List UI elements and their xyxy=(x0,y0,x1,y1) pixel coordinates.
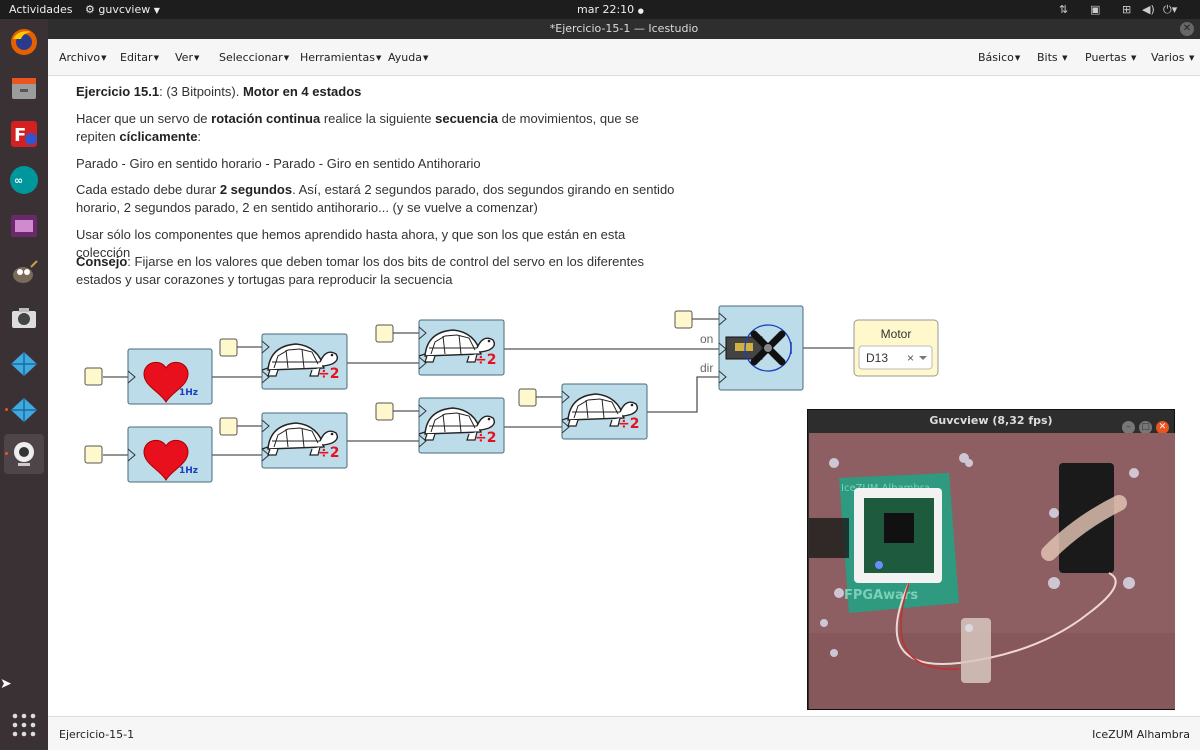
gimp-icon xyxy=(13,260,38,283)
dock-camera[interactable] xyxy=(4,298,44,338)
clock[interactable]: mar 22:10 ● xyxy=(577,3,644,16)
dock-fritzing[interactable]: F xyxy=(4,114,44,154)
output-block-motor[interactable]: Motor D13 × xyxy=(853,319,939,377)
dock-files[interactable] xyxy=(4,68,44,108)
divider-label: ÷2 xyxy=(618,416,639,432)
guvcview-window[interactable]: Guvcview (8,32 fps) –□✕ IceZUM Alhambra … xyxy=(807,409,1175,710)
svg-text:∞: ∞ xyxy=(14,174,23,187)
heart-freq-label: 1Hz xyxy=(179,388,198,398)
turtle-block-4[interactable]: ÷2 xyxy=(418,397,505,454)
constant-input[interactable] xyxy=(84,367,103,386)
turtle-block-5[interactable]: ÷2 xyxy=(561,383,648,440)
clear-icon[interactable]: × xyxy=(907,351,914,365)
pin-select-value: D13 xyxy=(866,351,888,365)
webcam-icon xyxy=(14,442,34,466)
servo-input-on: on xyxy=(700,332,713,346)
dock: F ∞ xyxy=(0,19,48,750)
heart-block-2[interactable]: 1Hz xyxy=(127,426,213,483)
icestudio-icon xyxy=(11,352,37,376)
constant-input[interactable] xyxy=(84,445,103,464)
project-name: Ejercicio-15-1 xyxy=(59,728,135,741)
film-icon xyxy=(11,215,37,237)
network-icon[interactable]: ⊞ xyxy=(1122,3,1131,16)
show-applications[interactable] xyxy=(4,705,44,745)
constant-input[interactable] xyxy=(219,338,238,357)
app-menu-icon: ⚙ xyxy=(85,3,95,16)
statusbar: Ejercicio-15-1 IceZUM Alhambra xyxy=(48,716,1200,750)
menu-archivo[interactable]: Archivo▼ xyxy=(59,51,107,64)
window-titlebar: *Ejercicio-15-1 — Icestudio ✕ xyxy=(48,19,1200,39)
output-title: Motor xyxy=(881,327,912,341)
running-indicator xyxy=(5,452,8,455)
menu-seleccionar[interactable]: Seleccionar▼ xyxy=(219,51,289,64)
menu-editar[interactable]: Editar▼ xyxy=(120,51,159,64)
running-indicator xyxy=(5,408,8,411)
chevron-down-icon: ▼ xyxy=(153,6,160,15)
divider-label: ÷2 xyxy=(475,352,496,368)
mouse-cursor-icon: ➤ xyxy=(0,676,12,692)
app-menu-label: guvcview xyxy=(98,3,151,16)
app-menu[interactable]: ⚙ guvcview ▼ xyxy=(85,3,160,16)
constant-input[interactable] xyxy=(674,310,693,329)
constant-input[interactable] xyxy=(219,417,238,436)
menu-basico[interactable]: Básico▼ xyxy=(978,51,1020,64)
turtle-block-3[interactable]: ÷2 xyxy=(418,319,505,376)
dock-arduino[interactable]: ∞ xyxy=(4,160,44,200)
activities-button[interactable]: Actividades xyxy=(9,3,73,16)
divider-label: ÷2 xyxy=(318,445,339,461)
video-frame: IceZUM Alhambra FPGAwars xyxy=(809,433,1175,709)
turtle-block-2[interactable]: ÷2 xyxy=(261,412,348,469)
close-icon[interactable]: ✕ xyxy=(1180,22,1194,36)
dock-icestudio-2[interactable] xyxy=(4,390,44,430)
heart-block-1[interactable]: 1Hz xyxy=(127,348,213,405)
webcam-video-feed: IceZUM Alhambra FPGAwars xyxy=(809,433,1175,709)
dock-firefox[interactable] xyxy=(4,22,44,62)
system-top-bar: Actividades ⚙ guvcview ▼ mar 22:10 ● ⇅ ▣… xyxy=(0,0,1200,19)
menubar: Archivo▼ Editar▼ Ver▼ Seleccionar▼ Herra… xyxy=(48,39,1200,76)
constant-input[interactable] xyxy=(375,324,394,343)
menu-herramientas[interactable]: Herramientas▼ xyxy=(300,51,381,64)
dock-guvcview[interactable] xyxy=(4,434,44,474)
constant-input[interactable] xyxy=(375,402,394,421)
divider-label: ÷2 xyxy=(475,430,496,446)
board-name[interactable]: IceZUM Alhambra xyxy=(1092,728,1190,741)
menu-puertas[interactable]: Puertas ▼ xyxy=(1085,51,1136,64)
notification-dot-icon: ● xyxy=(637,7,644,15)
turtle-block-1[interactable]: ÷2 xyxy=(261,333,348,390)
heart-freq-label: 1Hz xyxy=(179,466,198,476)
dock-gimp[interactable] xyxy=(4,252,44,292)
firefox-icon xyxy=(11,29,37,55)
clock-label: mar 22:10 xyxy=(577,3,635,16)
power-icon[interactable]: ⏻▾ xyxy=(1163,3,1177,17)
window-title: *Ejercicio-15-1 — Icestudio xyxy=(549,22,699,35)
divider-label: ÷2 xyxy=(318,366,339,382)
arduino-icon: ∞ xyxy=(10,166,38,194)
icestudio-icon xyxy=(11,398,37,422)
menu-ayuda[interactable]: Ayuda▼ xyxy=(388,51,428,64)
accessibility-icon[interactable]: ⇅ xyxy=(1059,3,1068,16)
servo-input-dir: dir xyxy=(700,361,713,375)
dock-video[interactable] xyxy=(4,206,44,246)
dock-icestudio-1[interactable] xyxy=(4,344,44,384)
camera-icon xyxy=(12,308,36,328)
menu-varios[interactable]: Varios ▼ xyxy=(1151,51,1194,64)
file-cabinet-icon xyxy=(12,78,36,99)
svg-text:F: F xyxy=(14,125,26,146)
volume-icon[interactable]: ◀) xyxy=(1142,3,1155,16)
menu-bits[interactable]: Bits ▼ xyxy=(1037,51,1068,64)
fritzing-icon: F xyxy=(11,121,37,147)
menu-ver[interactable]: Ver▼ xyxy=(175,51,199,64)
camera-indicator-icon[interactable]: ▣ xyxy=(1090,3,1100,16)
constant-input[interactable] xyxy=(518,388,537,407)
app-grid-icon xyxy=(12,713,36,737)
